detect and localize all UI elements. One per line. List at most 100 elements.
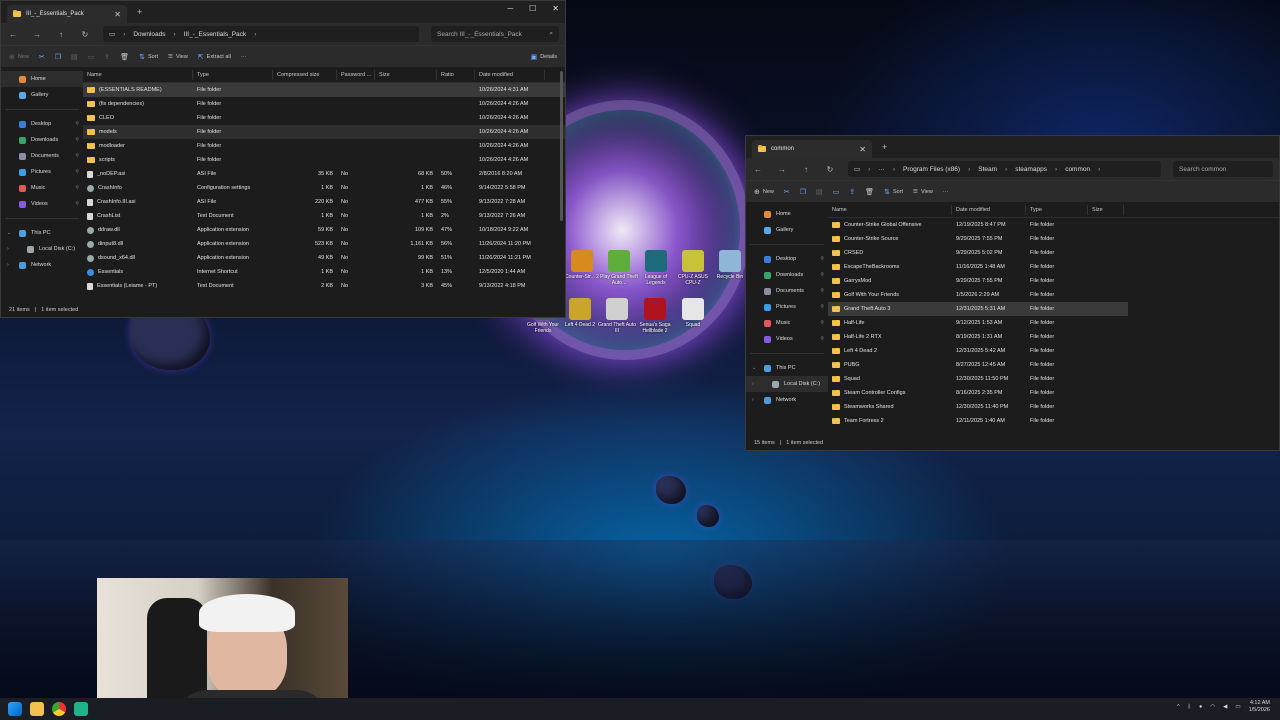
copy-icon[interactable]: ❐ xyxy=(800,188,806,196)
rename-icon[interactable]: ▭ xyxy=(88,53,95,61)
nav-item-this-pc[interactable]: ⌄ This PC xyxy=(1,225,83,241)
chevron-up-icon[interactable]: ^ xyxy=(1177,704,1180,710)
cut-icon[interactable]: ✂ xyxy=(784,188,790,196)
table-row[interactable]: Essentials Internet Shortcut 1 KB No 1 KB 13%… xyxy=(83,265,565,279)
breadcrumb-item[interactable]: common xyxy=(1065,166,1090,173)
column-header-name[interactable]: Name xyxy=(83,69,193,80)
sort-button[interactable]: ⇅ Sort xyxy=(884,188,903,196)
nav-item-videos[interactable]: Videos ⚲ xyxy=(1,196,83,212)
paste-icon[interactable]: ▤ xyxy=(71,53,78,61)
desktop-icon-cpu-z-asus-cpu-z[interactable]: CPU-Z ASUS CPU-Z xyxy=(674,250,712,286)
table-row[interactable]: dinput8.dll Application extension 523 KB No… xyxy=(83,237,565,251)
desktop-icon-left-4-dead-2[interactable]: Left 4 Dead 2 xyxy=(561,298,599,328)
clock[interactable]: 4:12 AM 1/5/2026 xyxy=(1249,700,1270,714)
desktop-icon-league-of-legends[interactable]: League of Legends xyxy=(637,250,675,286)
search-input[interactable]: Search III_-_Essentials_Pack ⌕ xyxy=(431,26,559,42)
back-button[interactable]: ← xyxy=(752,165,764,174)
desktop-icon-recycle-bin[interactable]: Recycle Bin xyxy=(711,250,749,280)
nav-item-downloads[interactable]: Downloads ⚲ xyxy=(1,132,83,148)
tab-essentials-pack[interactable]: III_-_Essentials_Pack ✕ xyxy=(7,5,127,23)
new-button[interactable]: ⊕ New xyxy=(9,53,29,61)
mic-icon[interactable]: ● xyxy=(1199,704,1202,710)
copy-icon[interactable]: ❐ xyxy=(55,53,61,61)
delete-icon[interactable]: 🗑 xyxy=(865,188,874,196)
table-row[interactable]: GarrysMod 9/29/2025 7:55 PM File folder xyxy=(828,274,1128,288)
up-button[interactable]: ↑ xyxy=(800,165,812,174)
column-header-name[interactable]: Name xyxy=(828,204,952,215)
nav-item-pictures[interactable]: Pictures ⚲ xyxy=(746,299,828,315)
share-icon[interactable]: ⇪ xyxy=(104,53,110,61)
breadcrumb-item[interactable]: Program Files (x86) xyxy=(903,166,960,173)
column-header-password[interactable]: Password ... xyxy=(337,69,375,80)
file-explorer-taskbar-icon[interactable] xyxy=(30,702,44,716)
table-row[interactable]: CRSED 9/29/2025 5:02 PM File folder xyxy=(828,246,1128,260)
start-button[interactable] xyxy=(8,702,22,716)
forward-button[interactable]: → xyxy=(31,30,43,39)
nav-item-pictures[interactable]: Pictures ⚲ xyxy=(1,164,83,180)
column-header-type[interactable]: Type xyxy=(1026,204,1088,215)
overflow-icon[interactable]: ··· xyxy=(878,166,885,173)
column-header-date-modified[interactable]: Date modified xyxy=(952,204,1026,215)
close-tab-icon[interactable]: ✕ xyxy=(114,10,121,19)
table-row[interactable]: (fix dependencies) File folder 10/26/2024 … xyxy=(83,97,565,111)
refresh-button[interactable]: ↻ xyxy=(79,30,91,39)
desktop-icon-senua-s-saga-hellblade-2[interactable]: Senua's Saga Hellblade 2 xyxy=(636,298,674,334)
nav-item-gallery[interactable]: Gallery xyxy=(746,222,828,238)
table-row[interactable]: Counter-Strike Source 9/29/2025 7:55 PM Fi… xyxy=(828,232,1128,246)
nav-item-documents[interactable]: Documents ⚲ xyxy=(1,148,83,164)
table-row[interactable]: Grand Theft Auto 3 12/31/2025 5:31 AM File… xyxy=(828,302,1128,316)
wifi-icon[interactable]: ◠ xyxy=(1210,704,1215,710)
breadcrumb-item[interactable]: III_-_Essentials_Pack xyxy=(184,31,247,38)
details-button[interactable]: ▣ Details xyxy=(531,53,557,61)
table-row[interactable]: CLEO File folder 10/26/2024 4:26 AM xyxy=(83,111,565,125)
new-button[interactable]: ⊕ New xyxy=(754,188,774,196)
table-row[interactable]: modloader File folder 10/26/2024 4:26 AM xyxy=(83,139,565,153)
more-options-button[interactable]: ··· xyxy=(241,54,247,60)
chevron-icon[interactable]: › xyxy=(752,381,754,387)
cut-icon[interactable]: ✂ xyxy=(39,53,45,61)
rename-icon[interactable]: ▭ xyxy=(833,188,840,196)
share-icon[interactable]: ⇪ xyxy=(849,188,855,196)
column-header-size[interactable]: Size xyxy=(1088,204,1124,215)
nav-item-home[interactable]: Home xyxy=(1,71,83,87)
table-row[interactable]: Left 4 Dead 2 12/31/2025 5:42 AM File fold… xyxy=(828,344,1128,358)
table-row[interactable]: Steam Controller Configs 8/16/2025 2:35 P… xyxy=(828,386,1128,400)
nav-item-documents[interactable]: Documents ⚲ xyxy=(746,283,828,299)
nav-item-this-pc[interactable]: ⌄ This PC xyxy=(746,360,828,376)
breadcrumb[interactable]: ▭ › ··· › Program Files (x86) › Steam › … xyxy=(848,161,1161,177)
close-window-button[interactable]: ✕ xyxy=(552,4,559,13)
column-header-size[interactable]: Size xyxy=(375,69,437,80)
nav-item-home[interactable]: Home xyxy=(746,206,828,222)
chrome-taskbar-icon[interactable] xyxy=(52,702,66,716)
app-taskbar-icon[interactable] xyxy=(74,702,88,716)
bluetooth-icon[interactable]: ᛒ xyxy=(1188,704,1191,710)
table-row[interactable]: Half-Life 9/12/2025 1:53 AM File folder xyxy=(828,316,1128,330)
search-input[interactable]: Search common xyxy=(1173,161,1273,177)
nav-item-desktop[interactable]: Desktop ⚲ xyxy=(1,116,83,132)
table-row[interactable]: CrashList Text Document 1 KB No 1 KB 2% 9/13/2… xyxy=(83,209,565,223)
table-row[interactable]: ddraw.dll Application extension 59 KB No 109… xyxy=(83,223,565,237)
table-row[interactable]: Steamworks Shared 12/30/2025 11:40 PM File… xyxy=(828,400,1128,414)
refresh-button[interactable]: ↻ xyxy=(824,165,836,174)
more-options-button[interactable]: ··· xyxy=(943,189,949,195)
forward-button[interactable]: → xyxy=(776,165,788,174)
breadcrumb-item[interactable]: steamapps xyxy=(1015,166,1047,173)
battery-icon[interactable]: ▭ xyxy=(1235,704,1240,710)
breadcrumb[interactable]: ▭ › Downloads › III_-_Essentials_Pack › xyxy=(103,26,419,42)
view-button[interactable]: ☰ View xyxy=(168,54,188,60)
table-row[interactable]: models File folder 10/26/2024 4:26 AM xyxy=(83,125,565,139)
scrollbar[interactable] xyxy=(560,71,563,221)
nav-item-gallery[interactable]: Gallery xyxy=(1,87,83,103)
back-button[interactable]: ← xyxy=(7,30,19,39)
table-row[interactable]: Squad 12/30/2025 11:50 PM File folder xyxy=(828,372,1128,386)
nav-item-local-disk-c-[interactable]: › Local Disk (C:) xyxy=(746,376,828,392)
column-header-type[interactable]: Type xyxy=(193,69,273,80)
table-row[interactable]: CrashInfo Configuration settings 1 KB No 1 K… xyxy=(83,181,565,195)
delete-icon[interactable]: 🗑 xyxy=(120,53,129,61)
breadcrumb-item[interactable]: Downloads xyxy=(133,31,165,38)
column-header-ratio[interactable]: Ratio xyxy=(437,69,475,80)
nav-item-local-disk-c-[interactable]: › Local Disk (C:) xyxy=(1,241,83,257)
nav-item-music[interactable]: Music ⚲ xyxy=(1,180,83,196)
volume-icon[interactable]: ◀ xyxy=(1223,704,1227,710)
table-row[interactable]: dsound_x64.dll Application extension 49 KB… xyxy=(83,251,565,265)
